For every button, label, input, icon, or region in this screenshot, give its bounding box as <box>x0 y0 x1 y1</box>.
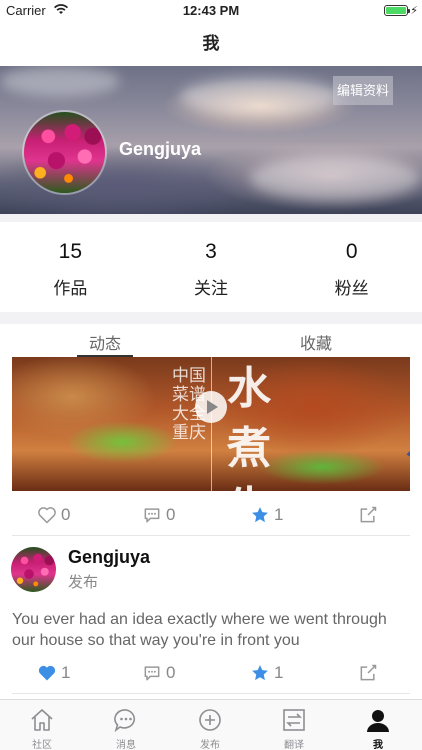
like-count: 0 <box>61 505 71 524</box>
feed-list: 中国菜谱大全 重庆 水煮牛肉 0 0 1 Gengjuya 发布 You eve… <box>0 357 422 699</box>
profile-banner: 编辑资料 Gengjuya <box>0 66 422 214</box>
divider <box>12 693 410 694</box>
profile-name: Gengjuya <box>119 139 202 159</box>
tab-favorites[interactable]: 收藏 <box>300 330 332 354</box>
status-bar: Carrier 12:43 PM ⚡ <box>0 0 422 22</box>
stat-followers[interactable]: 0 粉丝 <box>281 222 422 312</box>
star-icon <box>252 665 268 681</box>
tab-feed[interactable]: 动态 <box>89 330 121 354</box>
post-action-label: 发布 <box>68 574 99 591</box>
tabbar-label: 社区 <box>32 740 52 750</box>
share-icon <box>360 506 377 523</box>
edit-profile-button[interactable]: 编辑资料 <box>332 76 393 105</box>
chat-bubble-icon <box>114 709 136 733</box>
post-header: Gengjuya 发布 <box>0 547 422 597</box>
tabbar-label: 发布 <box>200 740 220 750</box>
comment-icon <box>144 666 160 681</box>
bottom-tab-bar: 社区 消息 发布 翻译 我 <box>0 699 422 750</box>
clock: 12:43 PM <box>182 3 240 18</box>
divider <box>12 535 410 536</box>
heart-outline-icon <box>38 507 56 524</box>
video-thumbnail[interactable]: 中国菜谱大全 重庆 水煮牛肉 <box>12 357 410 491</box>
tabbar-item-community[interactable]: 社区 <box>0 700 84 750</box>
nav-title: 我 <box>0 22 422 66</box>
share-button[interactable] <box>358 651 382 695</box>
comment-button[interactable]: 0 <box>142 493 175 537</box>
post-actions: 1 0 1 <box>0 651 422 695</box>
battery-icon <box>384 5 410 16</box>
post-body[interactable]: You ever had an idea exactly where we we… <box>12 609 412 651</box>
stat-label: 作品 <box>53 279 88 298</box>
tabbar-item-messages[interactable]: 消息 <box>84 700 168 750</box>
stats-row: 15 作品 3 关注 0 粉丝 <box>0 222 422 312</box>
content-tabs: 动态 收藏 <box>0 324 422 357</box>
comment-count: 0 <box>166 663 176 682</box>
translate-icon <box>283 709 305 731</box>
stat-label: 关注 <box>194 279 228 298</box>
post-actions: 0 0 1 <box>0 493 422 537</box>
heart-filled-icon <box>38 665 56 681</box>
play-icon[interactable] <box>195 391 227 423</box>
plus-circle-icon <box>199 709 221 731</box>
tabbar-item-me[interactable]: 我 <box>336 700 420 750</box>
tabbar-label: 我 <box>373 740 383 750</box>
stat-value: 3 <box>205 240 217 263</box>
home-icon <box>31 709 53 731</box>
stat-works[interactable]: 15 作品 <box>0 222 141 312</box>
favorite-count: 1 <box>274 505 284 524</box>
stat-value: 0 <box>345 240 358 263</box>
like-count: 1 <box>61 663 71 682</box>
favorite-button[interactable]: 1 <box>250 493 283 537</box>
stat-label: 粉丝 <box>334 279 369 298</box>
tabbar-item-translate[interactable]: 翻译 <box>252 700 336 750</box>
stat-value: 15 <box>58 240 83 263</box>
favorite-button[interactable]: 1 <box>250 651 283 695</box>
author-name[interactable]: Gengjuya <box>68 547 150 568</box>
avatar[interactable] <box>22 110 107 195</box>
comment-count: 0 <box>166 505 176 524</box>
share-icon <box>360 664 377 681</box>
like-button[interactable]: 0 <box>37 493 70 537</box>
share-button[interactable] <box>358 493 382 537</box>
charging-icon: ⚡ <box>410 5 418 17</box>
star-icon <box>252 507 268 523</box>
comment-button[interactable]: 0 <box>142 651 175 695</box>
comment-icon <box>144 508 160 523</box>
like-button[interactable]: 1 <box>37 651 70 695</box>
favorite-count: 1 <box>274 663 284 682</box>
tabbar-label: 消息 <box>116 740 136 750</box>
person-icon <box>367 710 389 732</box>
author-avatar[interactable] <box>11 547 56 592</box>
tabbar-label: 翻译 <box>284 740 304 750</box>
stat-following[interactable]: 3 关注 <box>141 222 282 312</box>
video-title-text: 水煮牛肉 <box>227 363 271 491</box>
tabbar-item-publish[interactable]: 发布 <box>168 700 252 750</box>
